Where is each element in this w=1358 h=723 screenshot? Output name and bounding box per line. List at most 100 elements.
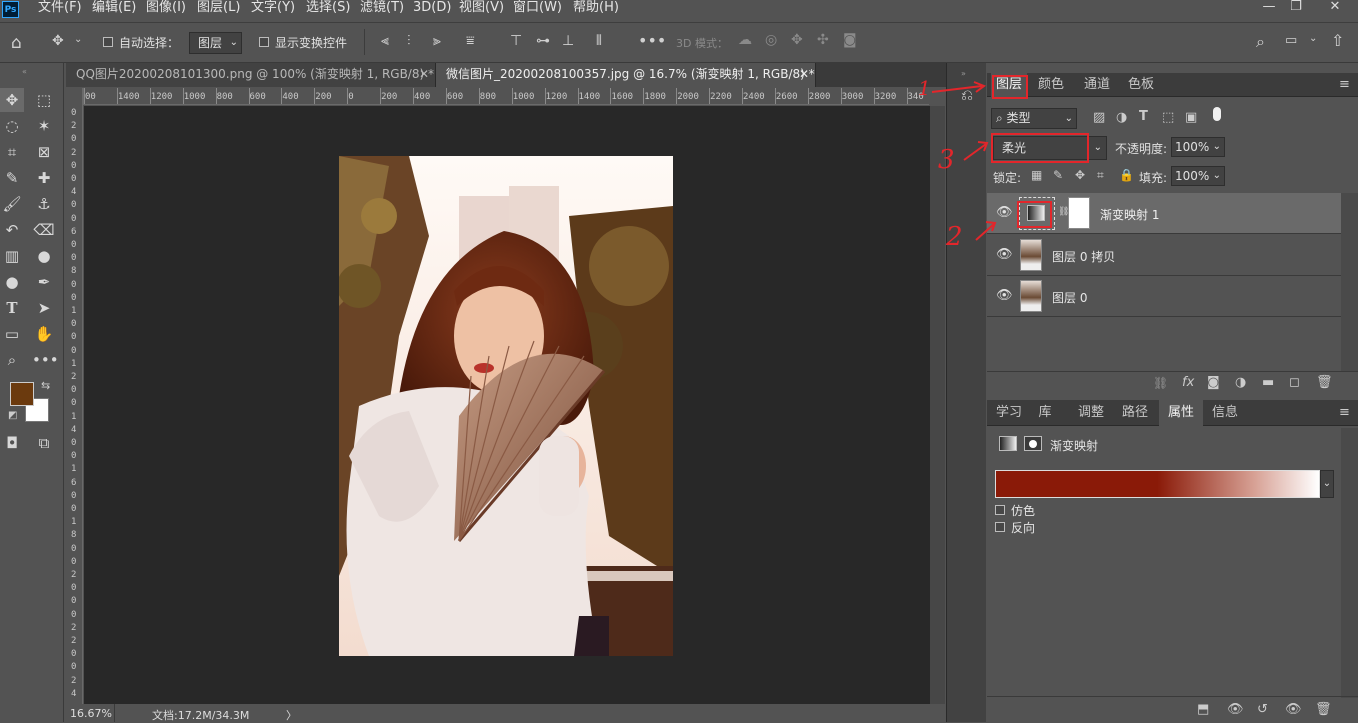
tab-info[interactable]: 信息	[1207, 400, 1243, 426]
properties-scrollbar[interactable]	[1341, 428, 1358, 698]
menu-help[interactable]: 帮助(H)	[573, 0, 619, 18]
align-left-icon[interactable]: ⫷	[381, 33, 389, 49]
chevron-down-icon[interactable]: ⌄	[74, 34, 82, 45]
align-hcenter-icon[interactable]: ⫶	[407, 33, 411, 49]
distribute-vertical-icon[interactable]: ⫴	[596, 33, 602, 49]
close-icon[interactable]: ✕	[799, 63, 809, 85]
align-top-icon[interactable]: ⊤	[510, 33, 522, 49]
lock-all-icon[interactable]: 🔒	[1119, 168, 1134, 182]
filter-smart-object-icon[interactable]: ▣	[1185, 110, 1197, 125]
lock-pixels-icon[interactable]: ✎	[1053, 168, 1063, 182]
move-tool-icon[interactable]: ✥	[52, 33, 64, 49]
foreground-color-swatch[interactable]	[10, 382, 34, 406]
eyedropper-icon[interactable]: ✎	[0, 166, 24, 190]
filter-adjustment-icon[interactable]: ◑	[1116, 110, 1127, 125]
zoom-level[interactable]: 16.67%	[70, 707, 112, 720]
layer-name[interactable]: 图层 0 拷贝	[1052, 248, 1115, 265]
menu-edit[interactable]: 编辑(E)	[92, 0, 136, 18]
menu-view[interactable]: 视图(V)	[459, 0, 504, 18]
frame-tool-icon[interactable]: ⊠	[32, 140, 56, 164]
panel-menu-icon[interactable]: ≡	[1339, 77, 1350, 92]
dodge-tool-icon[interactable]: ●	[0, 270, 24, 294]
lock-transparent-icon[interactable]: ▦	[1031, 168, 1042, 182]
layers-scrollbar[interactable]	[1341, 193, 1358, 371]
edit-toolbar-icon[interactable]: •••	[32, 348, 59, 372]
share-icon[interactable]: ⇧	[1331, 31, 1344, 50]
panel-menu-icon[interactable]: ≡	[1339, 405, 1350, 420]
pen-tool-icon[interactable]: ✒	[32, 270, 56, 294]
tab-qq-image[interactable]: QQ图片20200208101300.png @ 100% (渐变映射 1, R…	[66, 63, 436, 87]
filter-toggle-icon[interactable]	[1213, 107, 1221, 121]
reverse-checkbox[interactable]	[995, 522, 1005, 532]
show-transform-checkbox[interactable]	[259, 37, 269, 47]
3d-roll-icon[interactable]: ◎	[765, 32, 777, 48]
type-tool-icon[interactable]: T	[0, 296, 24, 320]
3d-slide-icon[interactable]: ✣	[817, 32, 829, 48]
fill-field[interactable]: 100% ⌄	[1171, 166, 1225, 186]
hand-tool-icon[interactable]: ✋	[32, 322, 56, 346]
3d-orbit-icon[interactable]: ☁	[738, 32, 752, 48]
workspace-icon[interactable]: ▭	[1285, 33, 1297, 48]
tab-properties[interactable]: 属性	[1159, 400, 1203, 426]
trash-icon[interactable]: 🗑	[1316, 375, 1333, 390]
stamp-tool-icon[interactable]: ⚓	[32, 192, 56, 216]
visibility-eye-icon[interactable]: 👁	[996, 289, 1013, 302]
gradient-tool-icon[interactable]: ▥	[0, 244, 24, 268]
healing-brush-icon[interactable]: ✚	[32, 166, 56, 190]
distribute-icon[interactable]: ⩸	[466, 33, 475, 49]
tab-channels[interactable]: 通道	[1079, 73, 1115, 97]
expand-handle[interactable]: »	[961, 69, 966, 78]
3d-pan-icon[interactable]: ✥	[791, 32, 803, 48]
minimize-button[interactable]: —	[1256, 0, 1282, 16]
new-layer-icon[interactable]: ◻	[1289, 375, 1300, 390]
menu-layer[interactable]: 图层(L)	[197, 0, 240, 18]
filter-pixel-icon[interactable]: ▨	[1093, 110, 1105, 125]
view-previous-icon[interactable]: 👁	[1227, 702, 1244, 717]
menu-select[interactable]: 选择(S)	[306, 0, 350, 18]
move-tool-icon[interactable]: ✥	[0, 88, 24, 112]
default-colors-icon[interactable]: ◩	[8, 410, 17, 421]
history-brush-icon[interactable]: ↶	[0, 218, 24, 242]
vertical-ruler[interactable]: 0 2 0 2 0 0 4 0 0 6 0 0 8 0 0 1 0 0 0 1 2 0 0 1 4 0 0 1 6 0 0 1 8 0 0 2 0 0 0 2…	[66, 88, 83, 704]
menu-filter[interactable]: 滤镜(T)	[360, 0, 404, 18]
fx-icon[interactable]: fx	[1182, 375, 1194, 390]
mask-icon[interactable]	[1024, 436, 1042, 451]
tab-swatches[interactable]: 色板	[1123, 73, 1159, 97]
align-bottom-icon[interactable]: ⊥	[562, 33, 574, 49]
lock-position-icon[interactable]: ✥	[1075, 168, 1085, 182]
eraser-icon[interactable]: ⌫	[32, 218, 56, 242]
close-window-button[interactable]: ✕	[1322, 0, 1348, 16]
toggle-visibility-icon[interactable]: 👁	[1285, 702, 1302, 717]
marquee-tool-icon[interactable]: ⬚	[32, 88, 56, 112]
home-icon[interactable]: ⌂	[11, 33, 22, 53]
quick-mask-icon[interactable]: ◘	[0, 431, 24, 455]
tab-color[interactable]: 颜色	[1033, 73, 1069, 97]
layer-row[interactable]: 👁 图层 0 拷贝	[987, 235, 1341, 276]
screen-mode-icon[interactable]: ⧉	[32, 431, 56, 455]
gradient-picker-dropdown[interactable]: ⌄	[1320, 470, 1334, 498]
add-mask-icon[interactable]: ◙	[1207, 375, 1220, 390]
layer-filter-dropdown[interactable]: ⌕ 类型 ⌄	[991, 108, 1077, 129]
lasso-tool-icon[interactable]: ◌	[0, 114, 24, 138]
menu-window[interactable]: 窗口(W)	[513, 0, 562, 18]
3d-camera-icon[interactable]: ◙	[843, 32, 857, 48]
collapse-handle[interactable]: «	[22, 67, 27, 76]
menu-3d[interactable]: 3D(D)	[413, 0, 451, 18]
status-menu-arrow[interactable]: 〉	[286, 707, 297, 723]
tab-libraries[interactable]: 库	[1031, 400, 1059, 426]
blur-tool-icon[interactable]: ●	[32, 244, 56, 268]
menu-type[interactable]: 文字(Y)	[251, 0, 295, 18]
menu-file[interactable]: 文件(F)	[38, 0, 82, 18]
auto-select-checkbox[interactable]	[103, 37, 113, 47]
new-group-icon[interactable]: ▬	[1262, 375, 1274, 390]
tab-adjustments[interactable]: 调整	[1073, 400, 1109, 426]
gradient-preview[interactable]	[995, 470, 1320, 498]
auto-select-dropdown[interactable]: 图层 ⌄	[189, 32, 242, 54]
path-select-icon[interactable]: ➤	[32, 296, 56, 320]
layer-mask-thumbnail[interactable]	[1068, 197, 1090, 229]
shape-tool-icon[interactable]: ▭	[0, 322, 24, 346]
clip-to-layer-icon[interactable]: ⬒	[1197, 702, 1209, 717]
search-icon[interactable]: ⌕	[1256, 32, 1265, 52]
tab-learn[interactable]: 学习	[991, 400, 1027, 426]
layer-name[interactable]: 渐变映射 1	[1100, 206, 1159, 223]
